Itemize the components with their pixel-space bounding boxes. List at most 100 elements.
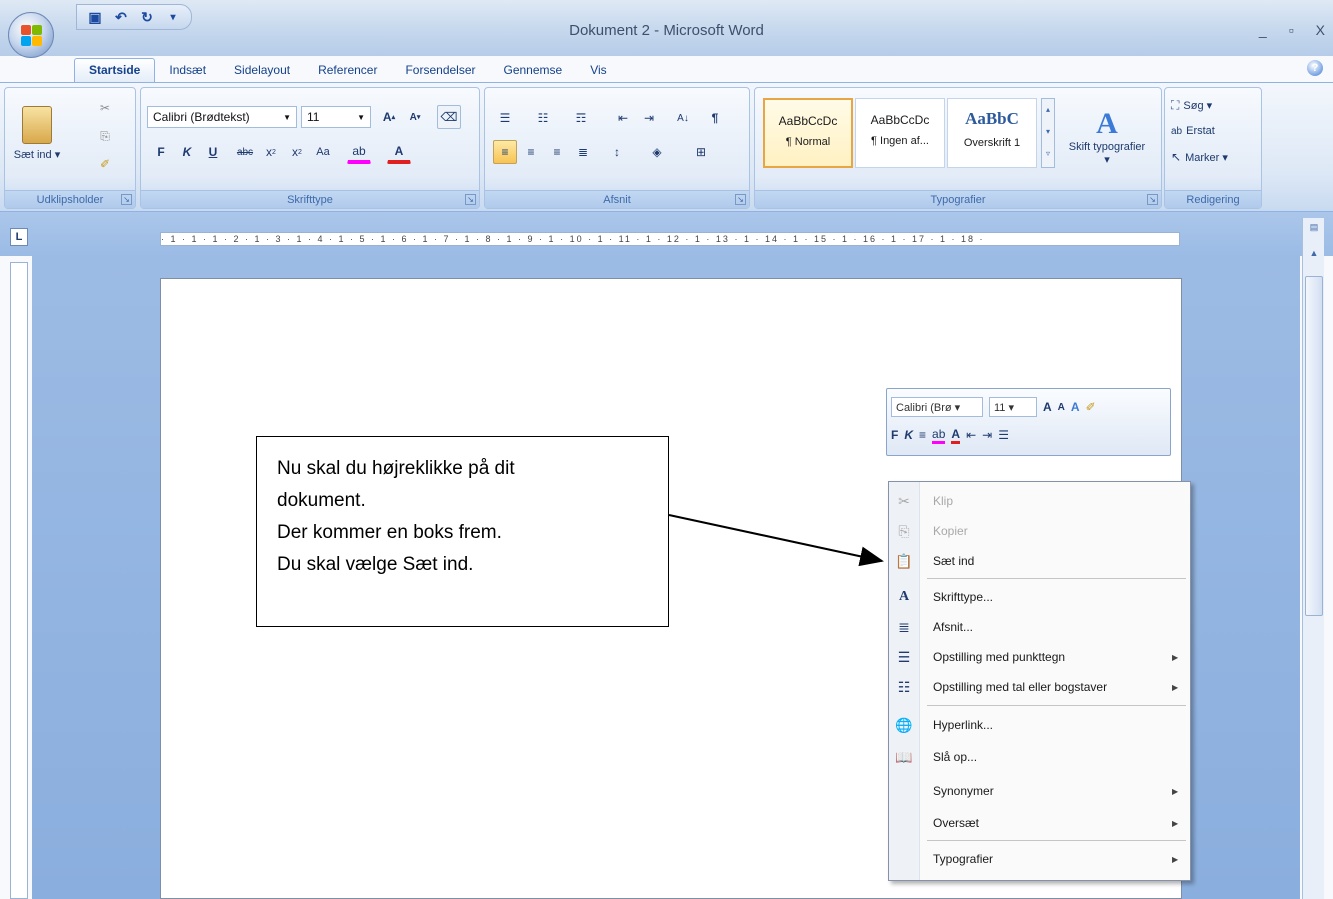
menu-item-synonyms[interactable]: Synonymer ▶: [889, 776, 1192, 806]
horizontal-ruler[interactable]: · 1 · 1 · 1 · 2 · 1 · 3 · 1 · 4 · 1 · 5 …: [160, 232, 1180, 246]
style-normal[interactable]: AaBbCcDc ¶ Normal: [763, 98, 853, 168]
menu-item-cut[interactable]: ✂ Klip: [889, 486, 1192, 516]
decrease-indent-icon[interactable]: ⇤: [966, 428, 976, 442]
align-center-icon[interactable]: ≡: [519, 140, 543, 164]
align-left-icon[interactable]: ≡: [493, 140, 517, 164]
italic-icon[interactable]: K: [175, 140, 199, 164]
font-color-icon[interactable]: A: [951, 427, 961, 444]
subscript-icon[interactable]: x2: [259, 140, 283, 164]
font-name-combo[interactable]: Calibri (Brødtekst) ▼: [147, 106, 297, 128]
format-painter-icon[interactable]: ✐: [93, 152, 117, 176]
shrink-font-icon[interactable]: A: [1058, 402, 1065, 413]
styles-launcher-icon[interactable]: ↘: [1147, 194, 1158, 205]
menu-item-numbering[interactable]: ☷ Opstilling med tal eller bogstaver ▶: [889, 672, 1192, 702]
styles-icon[interactable]: A: [1071, 400, 1080, 414]
format-painter-icon[interactable]: ✐: [1086, 400, 1096, 414]
change-styles-button[interactable]: A Skift typografier ▾: [1067, 94, 1147, 178]
vertical-ruler[interactable]: [10, 262, 28, 899]
line-spacing-icon[interactable]: ↕: [605, 140, 629, 164]
menu-item-styles[interactable]: Typografier ▶: [889, 844, 1192, 874]
bold-icon[interactable]: F: [149, 140, 173, 164]
copy-icon[interactable]: ⎘: [93, 124, 117, 148]
increase-indent-icon[interactable]: ⇥: [637, 106, 661, 130]
style-heading-1[interactable]: AaBbC Overskrift 1: [947, 98, 1037, 168]
replace-label: Erstat: [1186, 125, 1215, 137]
multilevel-list-icon[interactable]: ☶: [569, 106, 593, 130]
menu-item-label: Oversæt: [933, 816, 980, 830]
tab-selector-icon[interactable]: L: [10, 228, 28, 246]
ruler-ticks: · 1 · 1 · 1 · 2 · 1 · 3 · 1 · 4 · 1 · 5 …: [161, 234, 985, 244]
highlight-icon[interactable]: ab: [347, 140, 371, 164]
tab-referencer[interactable]: Referencer: [304, 59, 391, 82]
shading-icon[interactable]: ◈: [645, 140, 669, 164]
mini-size-combo[interactable]: 11 ▾: [989, 397, 1037, 417]
strikethrough-icon[interactable]: abc: [233, 140, 257, 164]
menu-item-font[interactable]: A Skrifttype...: [889, 582, 1192, 612]
menu-item-copy[interactable]: ⎘ Kopier: [889, 516, 1192, 546]
tab-startside[interactable]: Startside: [74, 58, 156, 82]
chevron-down-icon: ▼: [357, 112, 365, 122]
paragraph-launcher-icon[interactable]: ↘: [735, 194, 746, 205]
instruction-callout: Nu skal du højreklikke på dit dokument. …: [256, 436, 669, 627]
font-size-combo[interactable]: 11 ▼: [301, 106, 371, 128]
align-right-icon[interactable]: ≡: [545, 140, 569, 164]
menu-item-paste[interactable]: 📋 Sæt ind: [889, 546, 1192, 576]
tab-forsendelser[interactable]: Forsendelser: [391, 59, 489, 82]
grow-font-icon[interactable]: A ▴: [377, 105, 401, 129]
italic-icon[interactable]: K: [904, 428, 913, 442]
menu-item-lookup[interactable]: 📖 Slå op...: [889, 742, 1192, 772]
vertical-scrollbar[interactable]: ▤ ▲: [1302, 218, 1324, 899]
font-color-icon[interactable]: A: [387, 140, 411, 164]
font-launcher-icon[interactable]: ↘: [465, 194, 476, 205]
menu-item-paragraph[interactable]: ≣ Afsnit...: [889, 612, 1192, 642]
research-icon: 📖: [895, 748, 913, 765]
bold-icon[interactable]: F: [891, 428, 898, 442]
find-button[interactable]: ⛶ Søg ▾: [1171, 94, 1212, 116]
bullets-icon[interactable]: ☰: [998, 428, 1009, 442]
close-button[interactable]: X: [1316, 22, 1325, 38]
superscript-icon[interactable]: x2: [285, 140, 309, 164]
style-no-spacing[interactable]: AaBbCcDc ¶ Ingen af...: [855, 98, 945, 168]
styles-scroll[interactable]: ▴ ▾ ▿: [1041, 98, 1055, 168]
underline-icon[interactable]: U: [201, 140, 225, 164]
borders-icon[interactable]: ⊞: [689, 140, 713, 164]
increase-indent-icon[interactable]: ⇥: [982, 428, 992, 442]
clipboard-launcher-icon[interactable]: ↘: [121, 194, 132, 205]
cut-icon[interactable]: ✂: [93, 96, 117, 120]
style-name: ¶ Normal: [785, 136, 831, 148]
menu-item-translate[interactable]: Oversæt ▶: [889, 808, 1192, 838]
replace-button[interactable]: ab Erstat: [1171, 120, 1215, 142]
menu-item-hyperlink[interactable]: 🌐 Hyperlink...: [889, 710, 1192, 740]
grow-font-icon[interactable]: A: [1043, 400, 1052, 414]
restore-button[interactable]: ▫: [1289, 22, 1294, 38]
decrease-indent-icon[interactable]: ⇤: [611, 106, 635, 130]
paragraph-group-label: Afsnit: [485, 190, 749, 208]
minimize-button[interactable]: _: [1259, 22, 1267, 38]
select-button[interactable]: ↖ Marker ▾: [1171, 146, 1228, 168]
pilcrow-icon[interactable]: ¶: [703, 106, 727, 130]
paste-button[interactable]: Sæt ind ▾: [13, 94, 61, 172]
change-case-icon[interactable]: Aa: [311, 140, 335, 164]
ruler-toggle-icon[interactable]: ▤: [1305, 222, 1323, 238]
scroll-up-icon[interactable]: ▲: [1305, 248, 1323, 264]
scrollbar-thumb[interactable]: [1305, 276, 1323, 616]
paste-icon: [22, 105, 52, 144]
mini-font-combo[interactable]: Calibri (Brø ▾: [891, 397, 983, 417]
tab-vis[interactable]: Vis: [576, 59, 620, 82]
align-center-icon[interactable]: ≡: [919, 428, 926, 442]
help-icon[interactable]: ?: [1307, 60, 1323, 76]
justify-icon[interactable]: ≣: [571, 140, 595, 164]
menu-item-label: Synonymer: [933, 784, 994, 798]
tab-indsaet[interactable]: Indsæt: [155, 59, 220, 82]
office-button[interactable]: [8, 12, 54, 58]
tab-sidelayout[interactable]: Sidelayout: [220, 59, 304, 82]
sort-icon[interactable]: A↓: [671, 106, 695, 130]
highlight-icon[interactable]: ab: [932, 427, 946, 444]
shrink-font-icon[interactable]: A ▾: [403, 105, 427, 129]
tab-gennemse[interactable]: Gennemse: [490, 59, 577, 82]
numbering-icon[interactable]: ☷: [531, 106, 555, 130]
menu-item-bullets[interactable]: ☰ Opstilling med punkttegn ▶: [889, 642, 1192, 672]
clear-formatting-icon[interactable]: ⌫: [437, 105, 461, 129]
menu-item-label: Afsnit...: [933, 620, 974, 634]
bullets-icon[interactable]: ☰: [493, 106, 517, 130]
